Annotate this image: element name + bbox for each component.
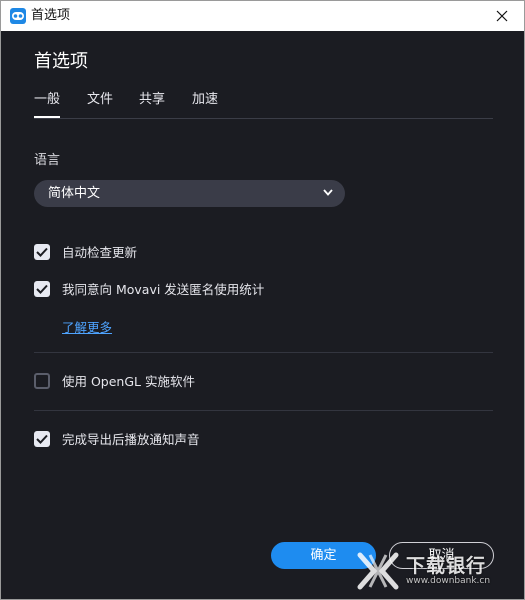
page-title: 首选项 <box>34 51 88 72</box>
anonymous-stats-checkbox[interactable] <box>34 281 50 297</box>
chevron-down-icon <box>323 189 333 196</box>
divider <box>34 352 493 353</box>
tab-acceleration[interactable]: 加速 <box>192 91 218 109</box>
preferences-window: 首选项 首选项 一般 文件 共享 加速 语言 简体中文 自动检查更新 我同意向 … <box>0 0 525 600</box>
title-bar: 首选项 <box>1 1 524 31</box>
movavi-app-icon <box>10 8 26 24</box>
auto-update-checkbox[interactable] <box>34 244 50 260</box>
watermark-url: www.downbank.cn <box>406 576 491 586</box>
divider <box>34 410 493 411</box>
opengl-checkbox[interactable] <box>34 373 50 389</box>
tab-files[interactable]: 文件 <box>87 91 113 109</box>
watermark-text: 下载银行 <box>406 555 487 577</box>
auto-update-label: 自动检查更新 <box>62 245 138 260</box>
watermark-logo-icon <box>356 551 400 595</box>
close-button[interactable] <box>480 1 524 31</box>
language-select-value: 简体中文 <box>48 186 101 201</box>
watermark: 下载银行 www.downbank.cn <box>356 549 516 593</box>
tab-sharing[interactable]: 共享 <box>139 91 165 109</box>
language-select[interactable]: 简体中文 <box>34 180 345 207</box>
notify-sound-checkbox[interactable] <box>34 431 50 447</box>
notify-sound-label: 完成导出后播放通知声音 <box>62 432 200 447</box>
window-title: 首选项 <box>31 8 71 23</box>
tab-bar: 一般 文件 共享 加速 <box>34 91 493 119</box>
tab-general[interactable]: 一般 <box>34 91 61 118</box>
anonymous-stats-label: 我同意向 Movavi 发送匿名使用统计 <box>62 282 265 297</box>
language-label: 语言 <box>34 153 61 168</box>
learn-more-link[interactable]: 了解更多 <box>62 317 112 336</box>
close-icon <box>496 10 508 22</box>
opengl-label: 使用 OpenGL 实施软件 <box>62 374 195 389</box>
